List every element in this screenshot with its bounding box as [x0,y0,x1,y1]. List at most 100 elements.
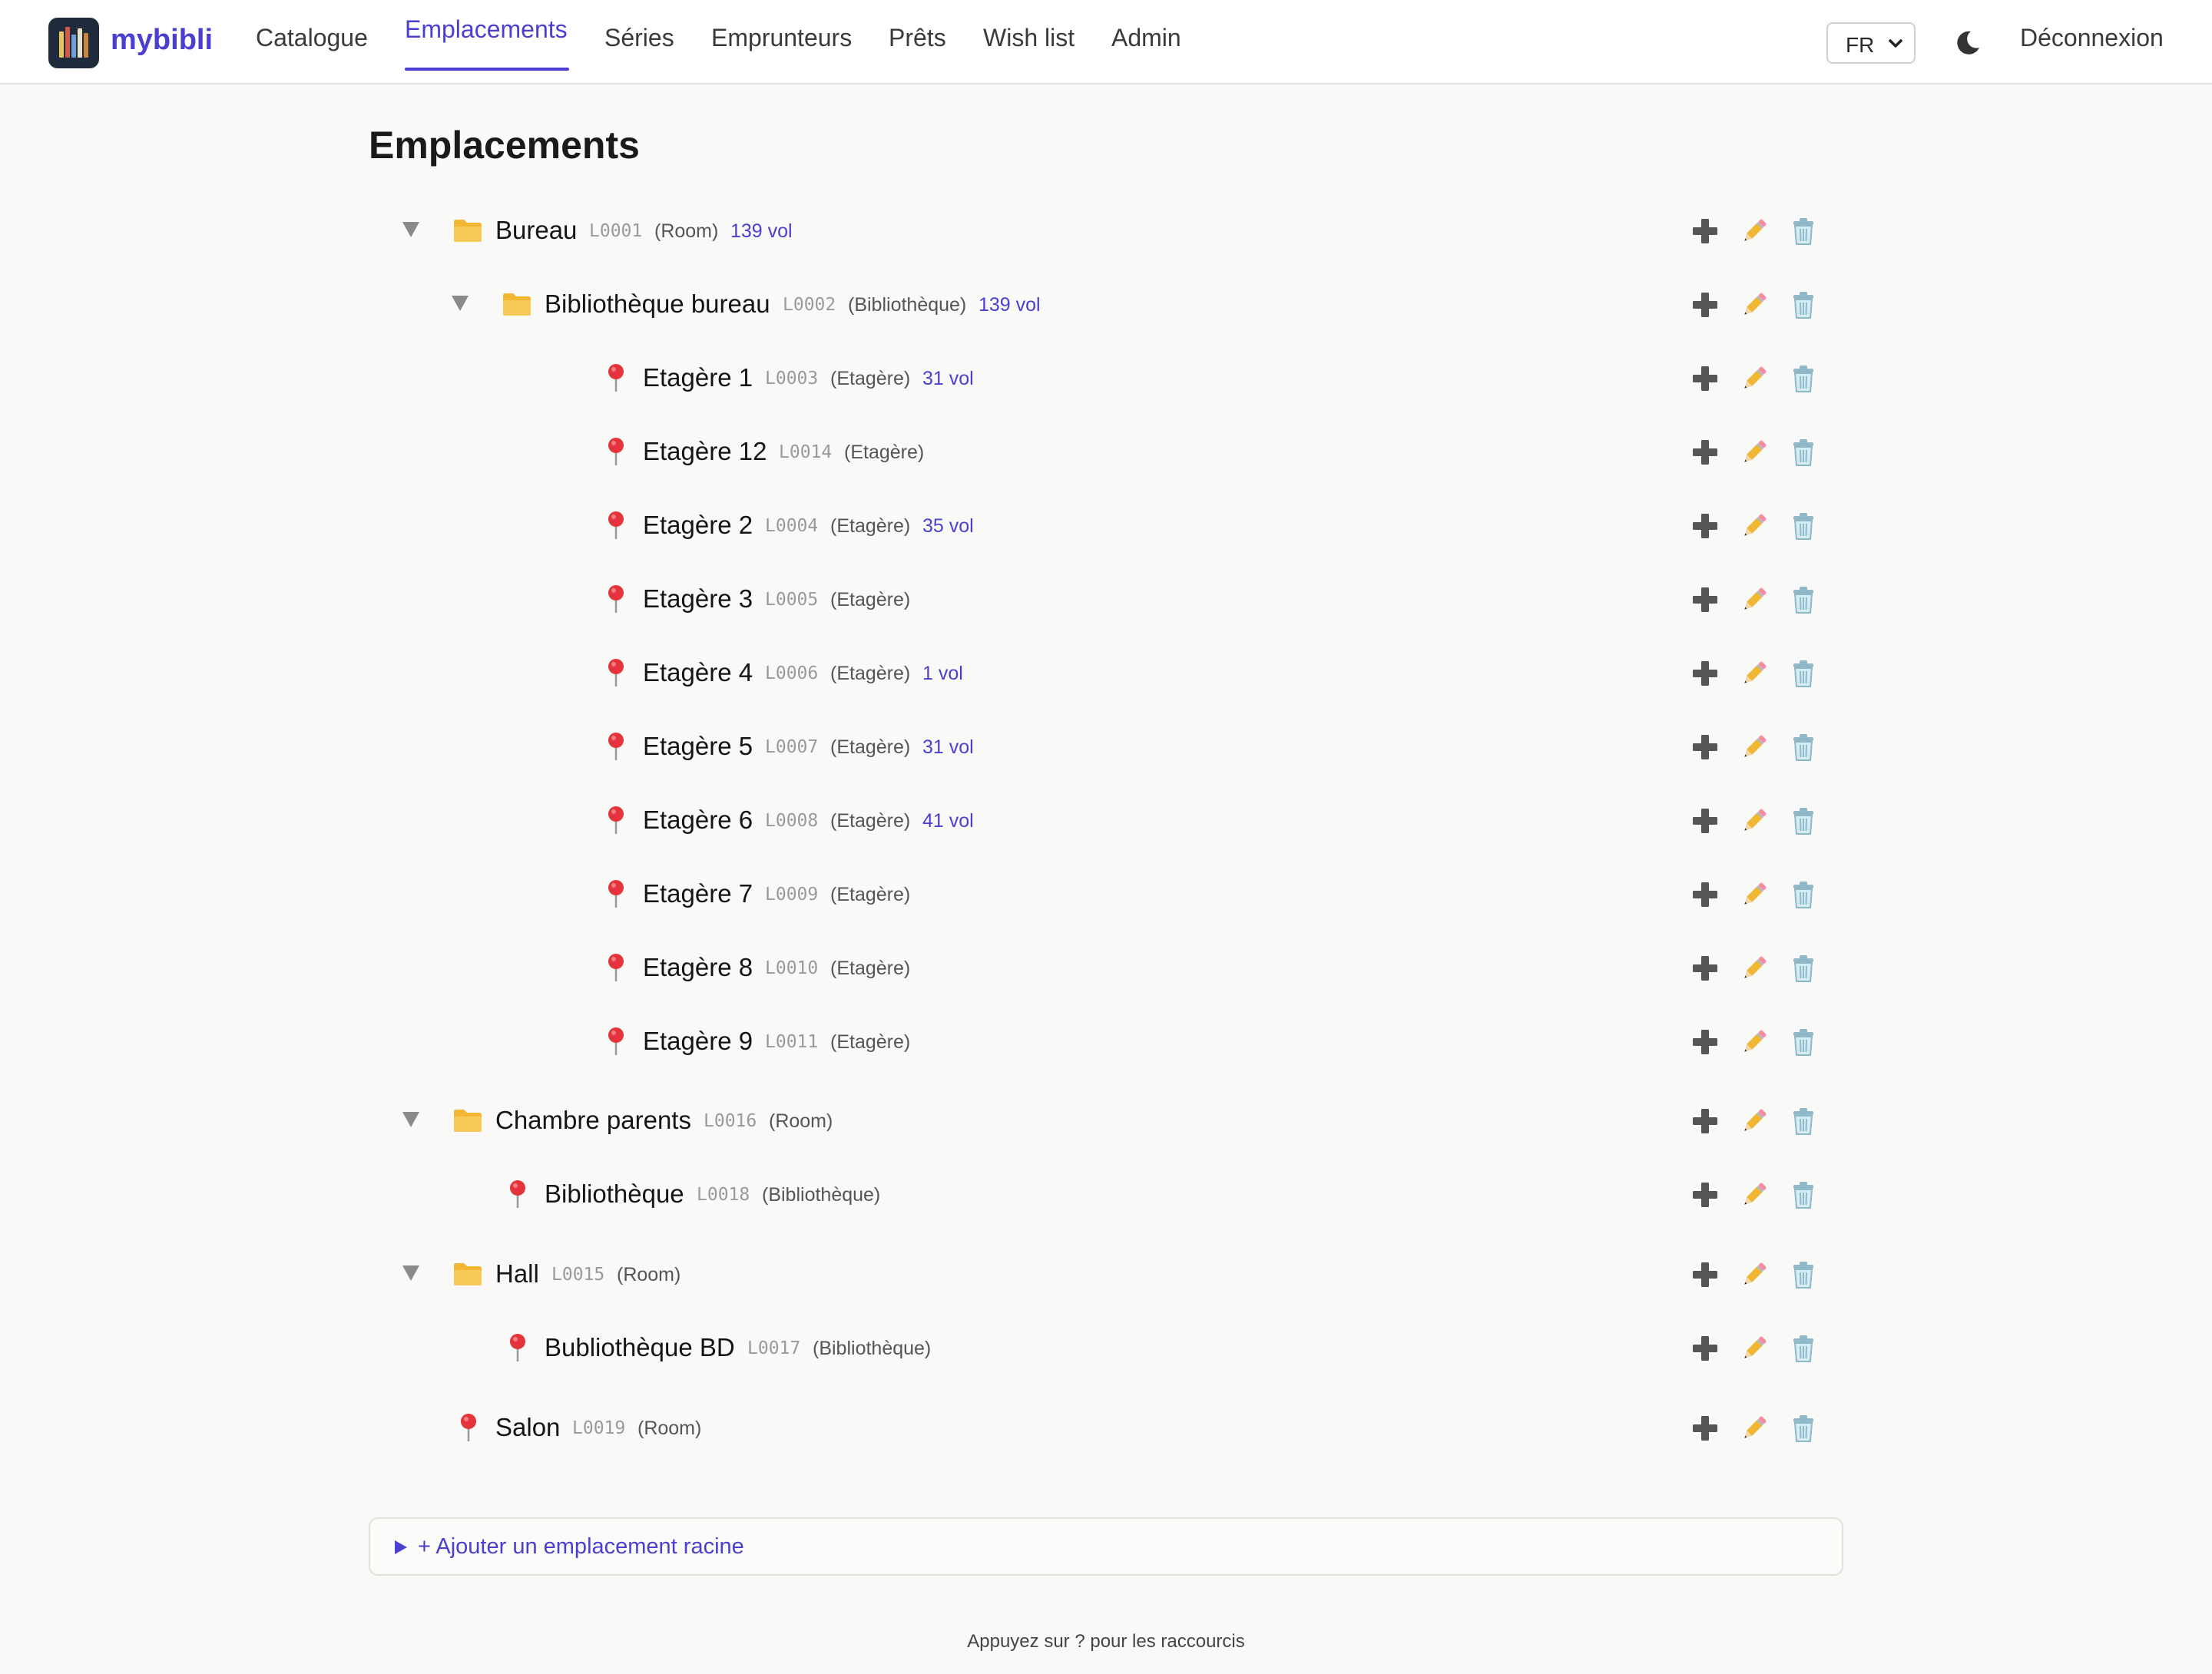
nav-catalogue[interactable]: Catalogue [256,24,368,52]
volume-count[interactable]: 41 vol [922,810,974,832]
trash-icon[interactable] [1788,1333,1819,1364]
plus-icon[interactable] [1690,1106,1720,1136]
plus-icon[interactable] [1690,437,1720,468]
nav-wish-list[interactable]: Wish list [983,24,1075,52]
trash-icon[interactable] [1788,806,1819,836]
pencil-icon[interactable] [1739,1413,1770,1444]
location-name[interactable]: Etagère 7 [643,879,753,908]
trash-icon[interactable] [1788,1259,1819,1290]
brand-name[interactable]: mybibli [111,24,213,57]
plus-icon[interactable] [1690,1179,1720,1210]
trash-icon[interactable] [1788,363,1819,394]
location-name[interactable]: Etagère 9 [643,1027,753,1056]
plus-icon[interactable] [1690,953,1720,984]
plus-icon[interactable] [1690,216,1720,246]
trash-icon[interactable] [1788,1179,1819,1210]
trash-icon[interactable] [1788,437,1819,468]
trash-icon[interactable] [1788,879,1819,910]
pencil-icon[interactable] [1739,1106,1770,1136]
pencil-icon[interactable] [1739,879,1770,910]
trash-icon[interactable] [1788,216,1819,246]
trash-icon[interactable] [1788,1413,1819,1444]
plus-icon[interactable] [1690,1333,1720,1364]
plus-icon[interactable] [1690,363,1720,394]
volume-count[interactable]: 35 vol [922,515,974,538]
location-name[interactable]: Etagère 3 [643,584,753,614]
pencil-icon[interactable] [1739,1179,1770,1210]
pencil-icon[interactable] [1739,363,1770,394]
pencil-icon[interactable] [1739,806,1770,836]
volume-count[interactable]: 31 vol [922,368,974,390]
pencil-icon[interactable] [1739,658,1770,689]
location-name[interactable]: Salon [495,1413,560,1442]
location-name[interactable]: Etagère 4 [643,658,753,687]
pencil-icon[interactable] [1739,953,1770,984]
plus-icon[interactable] [1690,289,1720,320]
trash-icon[interactable] [1788,1106,1819,1136]
location-name[interactable]: Etagère 5 [643,732,753,761]
location-name[interactable]: Hall [495,1259,539,1289]
trash-icon[interactable] [1788,289,1819,320]
trash-icon[interactable] [1788,953,1819,984]
plus-icon[interactable] [1690,658,1720,689]
nav-emplacements[interactable]: Emplacements [405,15,568,44]
logout-link[interactable]: Déconnexion [2020,24,2164,52]
nav-emprunteurs[interactable]: Emprunteurs [711,24,852,52]
collapse-caret-icon[interactable] [402,1112,419,1127]
location-name[interactable]: Etagère 1 [643,363,753,392]
plus-icon[interactable] [1690,879,1720,910]
plus-icon[interactable] [1690,1027,1720,1057]
location-name[interactable]: Bubliothèque BD [545,1333,735,1362]
location-code: L0016 [704,1111,757,1131]
volume-count[interactable]: 31 vol [922,736,974,759]
app-logo-icon[interactable] [48,18,99,68]
pencil-icon[interactable] [1739,1259,1770,1290]
trash-icon[interactable] [1788,1027,1819,1057]
pencil-icon[interactable] [1739,289,1770,320]
chevron-down-icon [1889,39,1902,48]
pencil-icon[interactable] [1739,584,1770,615]
location-name[interactable]: Etagère 12 [643,437,767,466]
pencil-icon[interactable] [1739,216,1770,246]
pencil-icon[interactable] [1739,732,1770,763]
location-name[interactable]: Bibliothèque [545,1179,684,1209]
plus-icon[interactable] [1690,1259,1720,1290]
collapse-caret-icon[interactable] [452,296,469,311]
location-name[interactable]: Bureau [495,216,577,245]
pencil-icon[interactable] [1739,437,1770,468]
volume-count[interactable]: 1 vol [922,663,963,685]
location-code: L0006 [765,663,819,683]
plus-icon[interactable] [1690,1413,1720,1444]
location-name[interactable]: Etagère 8 [643,953,753,982]
trash-icon[interactable] [1788,658,1819,689]
nav-prets[interactable]: Prêts [889,24,946,52]
moon-icon[interactable] [1954,29,1982,57]
add-root-location[interactable]: + Ajouter un emplacement racine [369,1517,1843,1576]
plus-icon[interactable] [1690,584,1720,615]
location-name[interactable]: Etagère 6 [643,806,753,835]
trash-icon[interactable] [1788,584,1819,615]
folder-icon [454,1263,482,1285]
collapse-caret-icon[interactable] [402,1265,419,1281]
plus-icon[interactable] [1690,511,1720,541]
language-select[interactable]: FR [1826,22,1916,64]
pencil-icon[interactable] [1739,511,1770,541]
location-type: (Bibliothèque) [848,294,967,316]
location-row-l0002: Bibliothèque bureau L0002 (Bibliothèque)… [369,274,1843,336]
collapse-caret-icon[interactable] [402,222,419,237]
location-name[interactable]: Etagère 2 [643,511,753,540]
nav-admin[interactable]: Admin [1111,24,1181,52]
volume-count[interactable]: 139 vol [730,220,793,243]
pencil-icon[interactable] [1739,1027,1770,1057]
location-name[interactable]: Bibliothèque bureau [545,289,770,319]
location-type: (Etagère) [830,515,911,537]
plus-icon[interactable] [1690,732,1720,763]
trash-icon[interactable] [1788,511,1819,541]
location-name[interactable]: Chambre parents [495,1106,691,1135]
trash-icon[interactable] [1788,732,1819,763]
plus-icon[interactable] [1690,806,1720,836]
volume-count[interactable]: 139 vol [979,294,1041,316]
nav-series[interactable]: Séries [604,24,674,52]
pushpin-icon [510,1334,525,1361]
pencil-icon[interactable] [1739,1333,1770,1364]
